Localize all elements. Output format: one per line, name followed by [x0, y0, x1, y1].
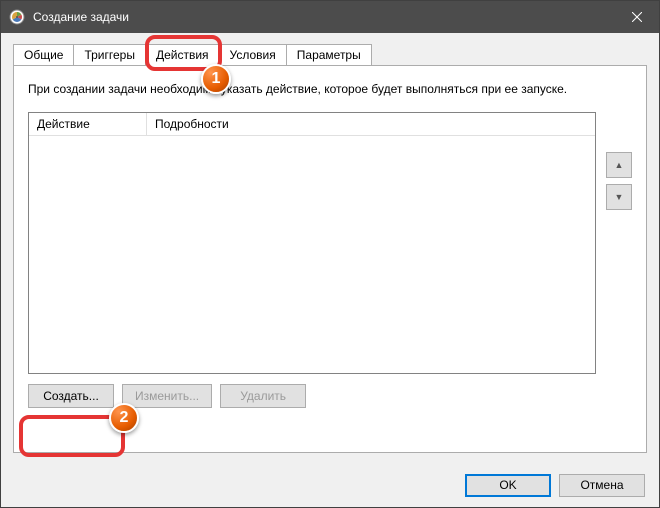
tab-bar: Общие Триггеры Действия Условия Параметр…: [13, 41, 647, 65]
task-scheduler-icon: [9, 9, 25, 25]
column-details[interactable]: Подробности: [147, 113, 595, 135]
titlebar: Создание задачи: [1, 1, 659, 33]
reorder-buttons: ▲ ▼: [606, 112, 632, 374]
dialog-content: Общие Триггеры Действия Условия Параметр…: [1, 33, 659, 463]
move-down-button[interactable]: ▼: [606, 184, 632, 210]
create-button[interactable]: Создать...: [28, 384, 114, 408]
delete-button: Удалить: [220, 384, 306, 408]
tab-actions[interactable]: Действия: [145, 44, 220, 66]
edit-button: Изменить...: [122, 384, 212, 408]
close-button[interactable]: [614, 1, 659, 33]
window-title: Создание задачи: [33, 10, 129, 24]
tab-conditions[interactable]: Условия: [219, 44, 287, 65]
move-up-button[interactable]: ▲: [606, 152, 632, 178]
cancel-button[interactable]: Отмена: [559, 474, 645, 497]
actions-panel: При создании задачи необходимо указать д…: [13, 65, 647, 453]
arrow-down-icon: ▼: [615, 192, 624, 202]
column-action[interactable]: Действие: [29, 113, 147, 135]
dialog-window: Создание задачи Общие Триггеры Действия …: [0, 0, 660, 508]
arrow-up-icon: ▲: [615, 160, 624, 170]
instruction-text: При создании задачи необходимо указать д…: [28, 82, 632, 96]
ok-button[interactable]: OK: [465, 474, 551, 497]
dialog-footer: OK Отмена: [1, 463, 659, 507]
table-header: Действие Подробности: [29, 113, 595, 136]
actions-table[interactable]: Действие Подробности: [28, 112, 596, 374]
action-buttons-row: Создать... Изменить... Удалить: [28, 384, 632, 408]
tab-parameters[interactable]: Параметры: [286, 44, 372, 65]
table-area: Действие Подробности ▲ ▼: [28, 112, 632, 374]
tab-triggers[interactable]: Триггеры: [73, 44, 146, 65]
tab-general[interactable]: Общие: [13, 44, 74, 65]
